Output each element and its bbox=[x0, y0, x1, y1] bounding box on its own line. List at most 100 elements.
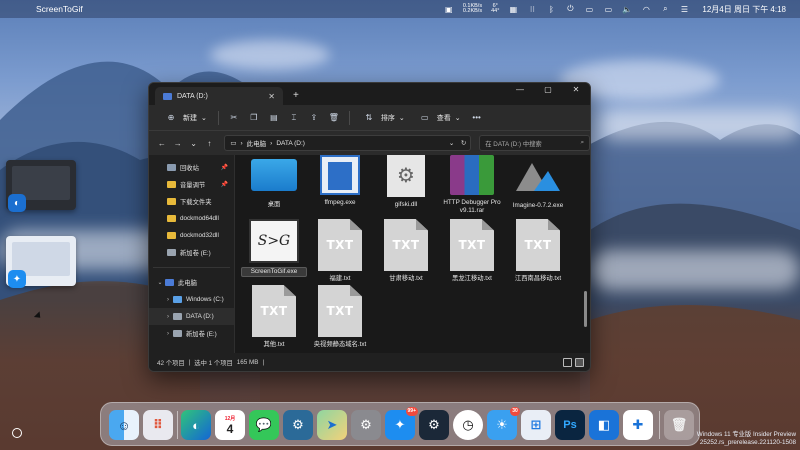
photoshop-icon[interactable]: Ps bbox=[555, 410, 585, 440]
search-input[interactable]: 在 DATA (D:) 中搜索 ⌕ bbox=[479, 135, 590, 151]
file-item-gifski[interactable]: ⚙ gifski.dll bbox=[373, 155, 439, 209]
sidebar-item-dockmod64[interactable]: dockmod64dll bbox=[149, 210, 234, 227]
file-item-ffmpeg[interactable]: ffmpeg.exe bbox=[307, 155, 373, 207]
power-menu-icon[interactable]: ⏻ bbox=[565, 4, 575, 14]
delete-icon[interactable]: 🗑 bbox=[326, 110, 342, 126]
title-bar[interactable]: DATA (D:) ✕ + — ▢ ✕ bbox=[149, 83, 590, 105]
sidebar-item-label: 下载文件夹 bbox=[180, 199, 212, 206]
active-app-name[interactable]: ScreenToGif bbox=[36, 4, 83, 14]
close-button[interactable]: ✕ bbox=[562, 83, 590, 99]
dots-icon[interactable]: ⁝⁝ bbox=[527, 5, 537, 14]
file-item-screentogif[interactable]: S>G ScreenToGif.exe bbox=[241, 219, 307, 277]
sidebar-item-drive-e-quick[interactable]: 新加卷 (E:) bbox=[149, 244, 234, 261]
file-item-fujian[interactable]: TXT 福建.txt bbox=[307, 219, 373, 283]
details-view-icon[interactable] bbox=[563, 357, 572, 367]
control-center-icon[interactable]: ☰ bbox=[679, 5, 689, 14]
chevron-right-icon[interactable]: › bbox=[163, 314, 173, 320]
breadcrumb-this-pc[interactable]: 此电脑 bbox=[247, 138, 267, 148]
rename-icon[interactable]: ⌶ bbox=[286, 110, 302, 126]
forward-icon[interactable]: → bbox=[171, 139, 185, 148]
file-item-other[interactable]: TXT 其他.txt bbox=[241, 285, 307, 349]
sidebar-item-volume[interactable]: 音量调节 📌 bbox=[149, 176, 234, 193]
tab-data-d[interactable]: DATA (D:) ✕ bbox=[155, 87, 283, 105]
view-button[interactable]: ▭ 查看 ⌄ bbox=[413, 109, 465, 127]
minimize-button[interactable]: — bbox=[506, 83, 534, 99]
txt-file-icon: TXT bbox=[516, 219, 560, 271]
vertical-scrollbar[interactable] bbox=[584, 161, 587, 351]
launchpad-icon[interactable]: ⠿ bbox=[143, 410, 173, 440]
address-input[interactable]: ▭ › 此电脑 › DATA (D:) ⌄ ↻ bbox=[224, 135, 472, 151]
file-item-heilongjiang[interactable]: TXT 黑龙江移动.txt bbox=[439, 219, 505, 283]
file-item-desktop[interactable]: 桌面 bbox=[241, 155, 307, 209]
edge-browser-icon[interactable]: ◐ bbox=[181, 410, 211, 440]
sort-button[interactable]: ⇅ 排序 ⌄ bbox=[357, 109, 409, 127]
pin-icon[interactable]: 📌 bbox=[221, 181, 228, 188]
chevron-down-icon[interactable]: ⌄ bbox=[155, 279, 165, 286]
file-item-imagine[interactable]: Imagine-0.7.2.exe bbox=[505, 155, 571, 210]
new-button[interactable]: ⊕ 新建 ⌄ bbox=[159, 109, 211, 127]
address-chevron-icon[interactable]: ⌄ bbox=[449, 139, 454, 147]
screentogif-app-icon: S>G bbox=[249, 219, 299, 263]
file-item-jiangxi[interactable]: TXT 江西南昌移动.txt bbox=[505, 219, 571, 283]
notification-badge: 99+ bbox=[405, 407, 418, 416]
share-icon[interactable]: ⇪ bbox=[306, 110, 322, 126]
chevron-right-icon[interactable]: › bbox=[163, 331, 173, 337]
messages-icon[interactable]: 💬 bbox=[249, 410, 279, 440]
chevron-right-icon[interactable]: › bbox=[163, 297, 173, 303]
maximize-button[interactable]: ▢ bbox=[534, 83, 562, 99]
system-preferences-icon[interactable]: ⚙ bbox=[351, 410, 381, 440]
calendar-icon[interactable]: 12月 4 bbox=[215, 410, 245, 440]
maps-icon[interactable]: ➤ bbox=[317, 410, 347, 440]
more-icon[interactable]: ••• bbox=[469, 110, 485, 126]
copy-icon[interactable]: ❐ bbox=[246, 110, 262, 126]
clock-icon[interactable]: ◷ bbox=[453, 410, 483, 440]
sidebar-item-drive-d[interactable]: › DATA (D:) bbox=[149, 308, 234, 325]
screen-tool-icon[interactable]: ✚ bbox=[623, 410, 653, 440]
paste-icon[interactable]: ▤ bbox=[266, 110, 282, 126]
finder-icon[interactable]: ☺ bbox=[109, 410, 139, 440]
cut-icon[interactable]: ✂ bbox=[226, 110, 242, 126]
pin-icon[interactable]: 📌 bbox=[221, 164, 228, 171]
power-icon[interactable] bbox=[12, 428, 22, 438]
scrollbar-thumb[interactable] bbox=[584, 291, 587, 327]
battery-icon[interactable]: ▭ bbox=[584, 5, 594, 14]
display-icon[interactable]: ▭ bbox=[603, 5, 613, 14]
windows-app-icon[interactable]: ◧ bbox=[589, 410, 619, 440]
cpu-icon[interactable]: ▣ bbox=[444, 5, 454, 14]
back-icon[interactable]: ← bbox=[155, 139, 169, 148]
edge-icon[interactable]: ◐ bbox=[8, 194, 26, 212]
recent-chevron-icon[interactable]: ⌄ bbox=[187, 139, 201, 148]
windows-start-icon[interactable]: ⊞ bbox=[521, 410, 551, 440]
txt-file-icon: TXT bbox=[318, 219, 362, 271]
sidebar-item-downloads[interactable]: 下载文件夹 bbox=[149, 193, 234, 210]
sidebar-item-drive-e[interactable]: › 新加卷 (E:) bbox=[149, 325, 234, 342]
sidebar-item-label: DATA (D:) bbox=[186, 313, 214, 320]
file-item-http-debugger[interactable]: HTTP Debugger Pro v9.11.rar bbox=[439, 155, 505, 215]
large-icons-view-icon[interactable] bbox=[575, 357, 584, 367]
steam-icon[interactable]: ⚙ bbox=[419, 410, 449, 440]
menubar-clock[interactable]: 12月4日 周日 下午 4:18 bbox=[702, 4, 786, 15]
wifi-icon[interactable]: ◠ bbox=[641, 5, 651, 14]
volume-icon[interactable]: 🔈 bbox=[622, 5, 632, 14]
file-item-cctv[interactable]: TXT 央视频静态域名.txt bbox=[307, 285, 373, 349]
sidebar-item-this-pc[interactable]: ⌄ 此电脑 bbox=[149, 274, 234, 291]
toolbar-divider bbox=[348, 110, 350, 125]
file-item-gansu[interactable]: TXT 甘肃移动.txt bbox=[373, 219, 439, 283]
breadcrumb-current[interactable]: DATA (D:) bbox=[276, 140, 305, 147]
memory-icon[interactable]: ▦ bbox=[508, 5, 518, 14]
sidebar-item-dockmod32[interactable]: dockmod32dll bbox=[149, 227, 234, 244]
new-tab-button[interactable]: + bbox=[293, 90, 299, 101]
app-store-dock-icon[interactable]: ✦ 99+ bbox=[385, 407, 418, 440]
app-store-icon[interactable]: ✦ bbox=[8, 270, 26, 288]
weather-icon[interactable]: ☀ 30 bbox=[487, 407, 520, 440]
selected-size: 165 MB bbox=[236, 358, 259, 366]
trash-icon[interactable]: 🗑 bbox=[664, 410, 694, 440]
search-icon[interactable]: ⌕ bbox=[660, 4, 670, 14]
sidebar-item-recycle-bin[interactable]: 回收站 📌 bbox=[149, 159, 234, 176]
sidebar-item-drive-c[interactable]: › Windows (C:) bbox=[149, 291, 234, 308]
up-icon[interactable]: ↑ bbox=[202, 139, 216, 148]
refresh-icon[interactable]: ↻ bbox=[461, 139, 466, 147]
settings-gear-icon[interactable]: ⚙ bbox=[283, 410, 313, 440]
bluetooth-icon[interactable]: ᛒ bbox=[546, 5, 556, 14]
tab-close-icon[interactable]: ✕ bbox=[268, 92, 275, 101]
